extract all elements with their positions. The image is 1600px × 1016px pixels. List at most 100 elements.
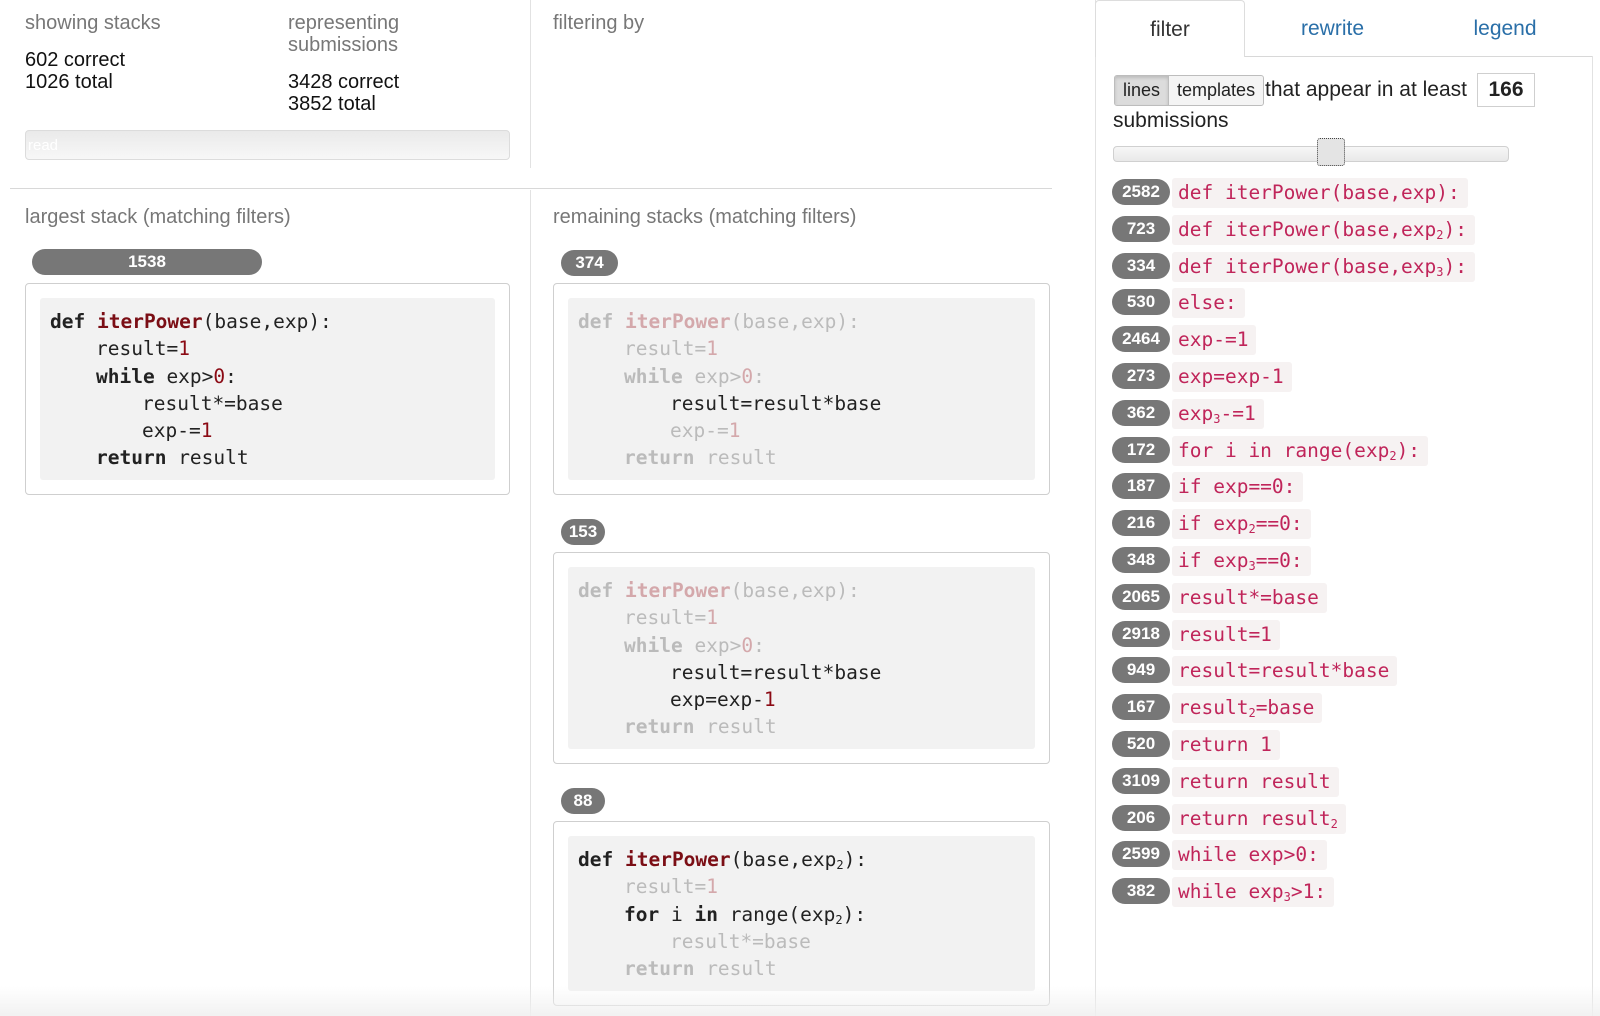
line-code: def iterPower(base,exp):: [1172, 178, 1468, 208]
divider-left-column-lower: [530, 190, 531, 1016]
code-line: while exp>0:: [96, 364, 237, 388]
tab-legend[interactable]: legend: [1420, 0, 1590, 57]
line-count-badge: 2464: [1112, 326, 1170, 353]
representing-label: representing: [288, 12, 400, 34]
threshold-slider-track[interactable]: [1113, 146, 1509, 162]
largest-stack-code-lines: def iterPower(base,exp): result=1 while ex…: [40, 298, 495, 480]
threshold-input[interactable]: 166: [1477, 73, 1535, 107]
read-progress-bar: read: [25, 130, 510, 160]
code-line: while exp>0:: [624, 364, 765, 388]
stack-count-badge[interactable]: 88: [561, 788, 605, 814]
line-code: return 1: [1172, 730, 1280, 760]
code-line: def iterPower(base,exp2):: [578, 848, 868, 872]
threshold-slider-handle[interactable]: [1317, 138, 1345, 166]
divider-left-column: [530, 0, 531, 168]
line-count-badge: 348: [1112, 547, 1170, 573]
showing-correct: 602 correct: [25, 49, 126, 71]
divider-right-panel: [1095, 0, 1096, 1016]
line-code: if exp2==0:: [1172, 509, 1311, 540]
code-line: while exp>0:: [624, 633, 765, 657]
line-count-badge: 2582: [1112, 179, 1170, 205]
line-code: exp3-=1: [1172, 398, 1264, 429]
largest-stack-count-badge[interactable]: 1538: [32, 249, 262, 275]
stack-code-lines: def iterPower(base,exp2): result=1 for i i…: [568, 836, 1035, 991]
toggle-templates-button[interactable]: templates: [1169, 76, 1263, 105]
line-count-badge: 2918: [1112, 620, 1170, 647]
line-count-badge: 167: [1112, 694, 1170, 721]
line-code: result*=base: [1172, 582, 1327, 613]
line-code: if exp==0:: [1172, 472, 1304, 503]
line-code: while exp3>1:: [1172, 877, 1335, 908]
line-code: exp=exp-1: [1172, 362, 1292, 392]
stack-code[interactable]: def iterPower(base,exp): result=1 while ex…: [553, 283, 1050, 495]
toggle-lines-button[interactable]: lines: [1115, 76, 1170, 105]
progress-label: read: [28, 137, 59, 154]
code-line: def iterPower(base,exp):: [578, 310, 860, 333]
showing-stacks-label: showing stacks: [25, 12, 161, 34]
bottom-fade: [0, 986, 1600, 1016]
line-count-badge: 2599: [1112, 841, 1170, 868]
line-count-badge: 949: [1112, 657, 1170, 684]
tab-rewrite[interactable]: rewrite: [1250, 0, 1415, 57]
code-line: for i in range(exp2):: [624, 902, 867, 927]
line-code: result2=base: [1172, 693, 1323, 724]
submissions-label: submissions: [288, 34, 399, 56]
stack-code-lines: def iterPower(base,exp): result=1 while ex…: [568, 567, 1035, 749]
tab-filter[interactable]: filter: [1095, 0, 1245, 57]
line-count-badge: 362: [1112, 399, 1170, 426]
code-line: result=1: [96, 337, 190, 361]
line-count-badge: 187: [1112, 473, 1170, 500]
code-line: result=1: [624, 337, 718, 361]
stack-code[interactable]: def iterPower(base,exp): result=1 while ex…: [553, 552, 1050, 764]
code-line: exp-=1: [670, 419, 741, 443]
largest-stack-heading: largest stack (matching filters): [25, 206, 291, 228]
submissions-text: submissions: [1113, 109, 1229, 132]
code-line: result=result*base: [670, 391, 882, 415]
line-code: def iterPower(base,exp3):: [1172, 251, 1475, 282]
code-line: exp=exp-1: [670, 688, 776, 712]
representing-correct: 3428 correct: [288, 71, 400, 93]
line-count-badge: 216: [1112, 510, 1170, 537]
code-line: return result: [96, 446, 249, 470]
line-count-badge: 723: [1112, 215, 1170, 242]
line-count-badge: 273: [1112, 363, 1170, 389]
line-code: if exp3==0:: [1172, 546, 1311, 576]
line-code: def iterPower(base,exp2):: [1172, 214, 1475, 245]
line-count-badge: 382: [1112, 878, 1170, 905]
remaining-stacks-heading: remaining stacks (matching filters): [553, 206, 857, 228]
code-line: return result: [624, 715, 777, 739]
showing-total: 1026 total: [25, 71, 113, 93]
stack-count-badge[interactable]: 374: [561, 250, 618, 276]
line-count-badge: 334: [1112, 252, 1170, 279]
filtering-by-label: filtering by: [553, 12, 645, 34]
line-count-badge: 2065: [1112, 583, 1170, 610]
representing-total: 3852 total: [288, 93, 376, 115]
lines-templates-toggle: lines templates: [1114, 75, 1265, 106]
stack-code[interactable]: def iterPower(base,exp2): result=1 for i i…: [553, 821, 1050, 1006]
line-count-badge: 530: [1112, 289, 1170, 316]
appear-at-least-text: that appear in at least: [1265, 78, 1467, 101]
stack-count-badge[interactable]: 153: [561, 519, 605, 545]
line-code: result=1: [1172, 619, 1280, 650]
line-count-badge: 3109: [1112, 767, 1170, 794]
code-line: return result: [624, 957, 777, 981]
code-line: result*=base: [142, 391, 283, 415]
line-count-badge: 172: [1112, 436, 1170, 463]
code-line: def iterPower(base,exp):: [578, 579, 860, 602]
line-count-badge: 206: [1112, 804, 1170, 831]
line-code: for i in range(exp2):: [1172, 435, 1429, 466]
line-code: while exp>0:: [1172, 840, 1327, 871]
stack-code-lines: def iterPower(base,exp): result=1 while ex…: [568, 298, 1035, 480]
line-code: return result2: [1172, 803, 1346, 834]
largest-stack-code[interactable]: def iterPower(base,exp): result=1 while ex…: [25, 283, 510, 495]
code-line: result*=base: [670, 929, 811, 953]
code-line: exp-=1: [142, 419, 213, 443]
code-line: return result: [624, 446, 777, 470]
divider-horizontal: [10, 188, 1052, 189]
code-line: result=1: [624, 606, 718, 630]
code-line: result=1: [624, 875, 718, 899]
code-line: def iterPower(base,exp):: [50, 310, 332, 333]
divider-right-edge: [1592, 56, 1593, 1016]
line-count-badge: 520: [1112, 731, 1170, 757]
line-code: else:: [1172, 288, 1245, 319]
